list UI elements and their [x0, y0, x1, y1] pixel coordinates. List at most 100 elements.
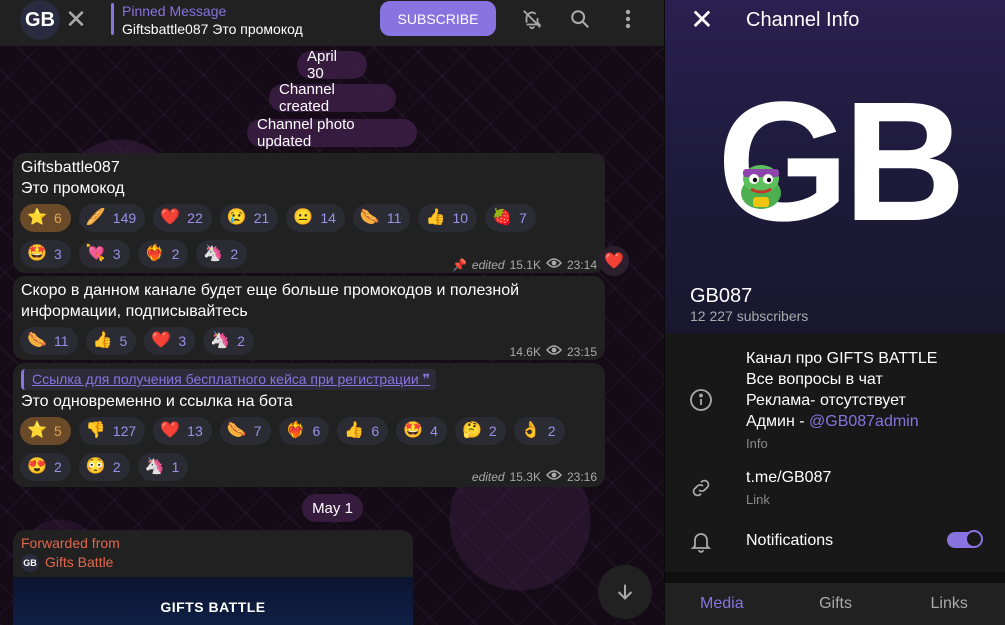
- reaction-count: 2: [171, 246, 180, 262]
- reaction-pill[interactable]: 👎 127: [78, 417, 146, 445]
- reaction-count: 14: [320, 210, 336, 226]
- reaction-pill[interactable]: 😳 2: [78, 453, 130, 481]
- message-text-line: Это одновременно и ссылка на бота: [21, 393, 293, 410]
- message-meta: edited 15.3K 23:16: [472, 469, 597, 484]
- link-label: Link: [746, 492, 770, 507]
- message-time: 23:14: [566, 257, 597, 272]
- reaction-pill[interactable]: ⭐ 5: [20, 417, 71, 445]
- close-icon[interactable]: ✕: [62, 6, 90, 34]
- link-row[interactable]: t.me/GB087 Link: [665, 465, 1005, 513]
- mute-icon[interactable]: [519, 6, 545, 32]
- reaction-pill[interactable]: 🦄 1: [137, 453, 189, 481]
- reaction-pill[interactable]: ❤️‍🔥 6: [278, 417, 330, 445]
- reaction-emoji-icon: ⭐: [27, 209, 47, 226]
- admin-prefix: Админ -: [746, 413, 809, 430]
- reaction-count: 4: [430, 423, 438, 439]
- forwarded-message[interactable]: Forwarded from GB Gifts Battle GIFTS BAT…: [13, 530, 413, 625]
- forward-source-avatar[interactable]: GB: [21, 554, 39, 572]
- reaction-count: 13: [187, 423, 203, 439]
- notifications-label: Notifications: [746, 532, 834, 549]
- reaction-pill[interactable]: ❤️‍🔥 2: [137, 240, 189, 268]
- reaction-count: 5: [119, 333, 128, 349]
- message-meta: 14.6K 23:15: [510, 344, 597, 359]
- reaction-pill[interactable]: 👍 10: [418, 204, 478, 232]
- notifications-toggle[interactable]: [947, 530, 983, 548]
- edited-label: edited: [471, 469, 505, 484]
- heart-reaction-icon[interactable]: ❤️: [599, 246, 629, 276]
- reaction-pill[interactable]: 👍 5: [85, 327, 137, 355]
- tab-media[interactable]: Media: [665, 583, 779, 625]
- reaction-pill[interactable]: 😢 21: [219, 204, 279, 232]
- reaction-count: 6: [54, 210, 62, 226]
- reaction-pill[interactable]: 💘 3: [78, 240, 130, 268]
- channel-name: GB087: [690, 285, 753, 307]
- reaction-pill[interactable]: 🤔 2: [454, 417, 506, 445]
- reaction-pill[interactable]: 🌭 11: [352, 204, 411, 232]
- reaction-emoji-icon: 👎: [85, 422, 106, 439]
- reaction-count: 11: [386, 210, 402, 226]
- views-count: 14.6K: [509, 344, 541, 359]
- reactions-row: 🌭 11 👍 5 ❤️ 3 🦄 2: [20, 327, 580, 355]
- reaction-pill[interactable]: ❤️ 3: [144, 327, 196, 355]
- forwarded-label: Forwarded from: [21, 535, 120, 551]
- chat-topbar: GB ✕ Pinned Message Giftsbattle087 Это п…: [0, 0, 664, 46]
- reaction-pill[interactable]: 🤩 4: [396, 417, 447, 445]
- message-bubble-2[interactable]: Скоро в данном канале будет еще больше п…: [13, 276, 605, 360]
- reaction-emoji-icon: ❤️: [151, 332, 172, 349]
- reaction-count: 1: [171, 459, 180, 475]
- pinned-title[interactable]: Pinned Message: [122, 3, 226, 19]
- reaction-emoji-icon: ⭐: [27, 422, 47, 439]
- reaction-count: 3: [54, 246, 62, 262]
- reaction-count: 6: [312, 423, 321, 439]
- tab-gifts[interactable]: Gifts: [779, 583, 893, 625]
- reaction-count: 22: [187, 210, 203, 226]
- panel-title: Channel Info: [746, 9, 860, 31]
- reaction-pill[interactable]: 🌭 11: [20, 327, 78, 355]
- service-channel-created: Channel created: [269, 81, 396, 115]
- reaction-pill[interactable]: 🤩 3: [20, 240, 71, 268]
- info-icon: [690, 389, 712, 411]
- description-line: Реклама- отсутствует: [746, 392, 906, 409]
- reaction-pill[interactable]: 👌 2: [513, 417, 565, 445]
- forwarded-image[interactable]: GIFTS BATTLE: [13, 577, 413, 625]
- quote-icon: ❞: [422, 371, 431, 387]
- reaction-pill[interactable]: 😐 14: [286, 204, 345, 232]
- channel-avatar[interactable]: GB: [20, 0, 60, 40]
- tab-links[interactable]: Links: [892, 583, 1005, 625]
- registration-link[interactable]: Ссылка для получения бесплатного кейса п…: [21, 369, 437, 390]
- message-meta: 📌 edited 15.1K 23:14: [452, 257, 597, 272]
- reaction-emoji-icon: 😢: [226, 209, 247, 226]
- reaction-pill[interactable]: 🦄 2: [203, 327, 254, 355]
- reaction-count: 2: [230, 246, 239, 262]
- scroll-down-button[interactable]: [598, 565, 652, 619]
- message-bubble-3[interactable]: Ссылка для получения бесплатного кейса п…: [13, 363, 605, 487]
- info-row[interactable]: Канал про GIFTS BATTLE Все вопросы в чат…: [665, 345, 1005, 455]
- reaction-pill[interactable]: ❤️ 22: [153, 204, 212, 232]
- message-text-line: информации, подписывайтесь: [21, 303, 248, 320]
- chat-area: GB ✕ Pinned Message Giftsbattle087 Это п…: [0, 0, 664, 625]
- reaction-pill[interactable]: 😍 2: [20, 453, 71, 481]
- close-icon[interactable]: ✕: [687, 6, 717, 36]
- reaction-pill[interactable]: ❤️ 13: [153, 417, 212, 445]
- reaction-pill[interactable]: 👍 6: [337, 417, 389, 445]
- forward-source-name[interactable]: Gifts Battle: [45, 554, 113, 570]
- search-icon[interactable]: [567, 6, 593, 32]
- reaction-pill[interactable]: 🦄 2: [196, 240, 248, 268]
- reaction-pill[interactable]: ⭐ 6: [20, 204, 71, 232]
- subscribe-button[interactable]: SUBSCRIBE: [380, 1, 496, 36]
- media-tabs: Media Gifts Links: [665, 583, 1005, 625]
- eye-icon: [545, 469, 562, 484]
- reaction-emoji-icon: 🤩: [403, 422, 424, 439]
- reaction-pill[interactable]: 🥖 149: [78, 204, 146, 232]
- more-icon[interactable]: [615, 6, 641, 32]
- reaction-pill[interactable]: 🌭 7: [219, 417, 271, 445]
- reaction-count: 11: [54, 333, 69, 349]
- pinned-text[interactable]: Giftsbattle087 Это промокод: [122, 21, 303, 37]
- avatar-text: GB: [25, 8, 55, 31]
- description-line: Админ - @GB087admin: [746, 411, 919, 432]
- date-pill-may1: May 1: [302, 494, 363, 522]
- message-bubble-1[interactable]: Giftsbattle087 Это промокод ⭐ 6 🥖 149 ❤️ 22 😢 2…: [13, 153, 605, 273]
- reaction-count: 2: [488, 423, 497, 439]
- admin-link[interactable]: @GB087admin: [809, 413, 919, 430]
- reaction-pill[interactable]: 🍓 7: [485, 204, 536, 232]
